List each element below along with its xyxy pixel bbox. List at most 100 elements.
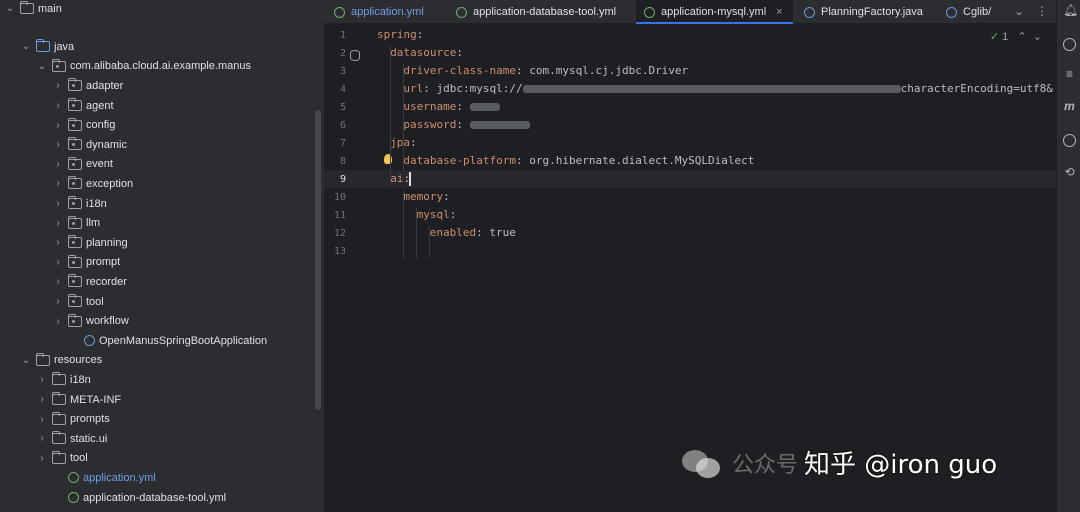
tree-item-label: prompt (86, 256, 121, 269)
code-editor[interactable]: 1 2 3 4 5 6 7 8 9 10 11 12 13 ✓ 1 ⌃ ⌄ spring: datasou… (324, 24, 1056, 512)
tree-item[interactable]: › recorder (0, 272, 324, 292)
tab-3[interactable]: PlanningFactory.java (804, 0, 923, 24)
yaml-key: url (403, 82, 424, 95)
notification-icon[interactable]: ⟲ (1063, 166, 1076, 179)
maven-icon[interactable]: m (1063, 100, 1076, 113)
yaml-key: ai (390, 172, 404, 185)
chevron-down-icon[interactable]: ⌄ (36, 61, 48, 72)
yaml-separator: : (456, 46, 464, 59)
tree-item[interactable]: › adapter (0, 76, 324, 96)
editor-tabs: application.yml application-database-tool… (324, 0, 1056, 24)
package-icon (68, 176, 82, 190)
project-tree: ⌄ main ⌄ java ⌄ com.alibaba.cloud.ai.example.… (0, 0, 324, 512)
chevron-right-icon[interactable]: › (52, 178, 64, 189)
chevron-right-icon[interactable]: › (52, 120, 64, 131)
tree-item[interactable]: ⌄ main (0, 0, 324, 19)
chevron-down-icon[interactable]: ⌄ (4, 3, 16, 14)
tab-4[interactable]: Cglib/ (946, 0, 991, 24)
more-options-icon[interactable]: ⋮ (1036, 4, 1048, 18)
tree-item[interactable]: › agent (0, 96, 324, 116)
tree-item[interactable]: ⌄ resources (0, 351, 324, 371)
tree-scrollbar[interactable] (315, 110, 321, 410)
tree-item[interactable]: › prompt (0, 253, 324, 273)
tab-0[interactable]: application.yml (334, 0, 424, 24)
chevron-right-icon[interactable]: › (52, 139, 64, 150)
chevron-right-icon[interactable]: › (36, 414, 48, 425)
line-number: 12 (333, 228, 346, 239)
line-gutter: 1 2 3 4 5 6 7 8 9 10 11 12 13 (324, 24, 372, 512)
chevron-right-icon[interactable]: › (52, 198, 64, 209)
yaml-key: username (403, 100, 457, 113)
next-highlight-icon[interactable]: ⌄ (1033, 31, 1042, 43)
tree-item-label: application-database-tool.yml (83, 491, 227, 504)
ai-assistant-icon[interactable] (1063, 38, 1076, 51)
bell-icon[interactable]: 🔔︎ (1063, 4, 1078, 17)
yaml-icon (456, 6, 467, 18)
chevron-right-icon[interactable]: › (52, 257, 64, 268)
tree-item[interactable]: application.yml (0, 468, 324, 488)
tree-item[interactable]: application-database-tool.yml (0, 488, 324, 508)
line-number: 11 (333, 210, 346, 221)
package-icon (68, 156, 82, 170)
tree-item[interactable]: OpenManusSpringBootApplication (0, 331, 324, 351)
tree-item[interactable]: › META-INF (0, 390, 324, 410)
chevron-right-icon[interactable]: › (52, 159, 64, 170)
tree-item[interactable]: › dynamic (0, 135, 324, 155)
tree-item[interactable]: › static.ui (0, 429, 324, 449)
chevron-right-icon[interactable]: › (52, 218, 64, 229)
tab-label: application-database-tool.yml (473, 6, 617, 18)
tab-list-chevron-icon[interactable]: ⌄ (1014, 4, 1024, 18)
gradle-icon[interactable] (1063, 134, 1076, 147)
inspection-widget[interactable]: ✓ 1 ⌃ ⌄ (990, 30, 1042, 43)
tree-item[interactable]: › prompts (0, 409, 324, 429)
tree-item[interactable]: ⌄ java (0, 37, 324, 57)
close-tab-icon[interactable]: × (776, 6, 782, 18)
tree-item[interactable]: › llm (0, 213, 324, 233)
tree-item[interactable]: › tool (0, 449, 324, 469)
tree-item[interactable]: › config (0, 115, 324, 135)
folder-icon (52, 450, 66, 464)
line-number: 3 (339, 66, 346, 77)
yaml-separator: : (423, 82, 437, 95)
line-number: 7 (339, 138, 346, 149)
chevron-right-icon[interactable]: › (36, 394, 48, 405)
indent-guide (403, 190, 404, 258)
chevron-down-icon[interactable]: ⌄ (20, 41, 32, 52)
database-icon[interactable]: ≡ (1063, 68, 1076, 81)
tree-item[interactable]: › workflow (0, 311, 324, 331)
previous-highlight-icon[interactable]: ⌃ (1017, 31, 1026, 43)
tree-item[interactable]: › i18n (0, 370, 324, 390)
tab-2[interactable]: application-mysql.yml × (636, 0, 793, 24)
tree-item[interactable]: › i18n (0, 194, 324, 214)
text-caret (409, 172, 411, 186)
chevron-right-icon[interactable]: › (36, 433, 48, 444)
tree-item[interactable]: › event (0, 155, 324, 175)
line-number: 10 (333, 192, 346, 203)
tree-item-label: i18n (70, 373, 91, 386)
tree-item[interactable]: ⌄ com.alibaba.cloud.ai.example.manus (0, 57, 324, 77)
chevron-right-icon[interactable]: › (52, 296, 64, 307)
chevron-right-icon[interactable]: › (52, 316, 64, 327)
chevron-right-icon[interactable]: › (36, 453, 48, 464)
folder-icon (52, 431, 66, 445)
yaml-value: org.hibernate.dialect.MySQLDialect (529, 154, 755, 167)
chevron-right-icon[interactable]: › (52, 80, 64, 91)
chevron-right-icon[interactable]: › (52, 237, 64, 248)
tree-item[interactable]: › tool (0, 292, 324, 312)
chevron-right-icon[interactable]: › (36, 374, 48, 385)
tree-item[interactable]: › planning (0, 233, 324, 253)
package-icon (68, 274, 82, 288)
tree-item[interactable]: › exception (0, 174, 324, 194)
code-line: datasource: (390, 46, 463, 59)
tab-1[interactable]: application-database-tool.yml (456, 0, 616, 24)
indent-guide (416, 208, 417, 258)
yaml-key: driver-class-name (403, 64, 516, 77)
tree-item-label: planning (86, 236, 128, 249)
code-line: ai: (390, 172, 410, 185)
tree-item-label: static.ui (70, 432, 108, 445)
chevron-down-icon[interactable]: ⌄ (20, 355, 32, 366)
package-icon (52, 58, 66, 72)
chevron-right-icon[interactable]: › (52, 100, 64, 111)
chevron-right-icon[interactable]: › (52, 276, 64, 287)
database-gutter-icon[interactable] (350, 50, 360, 61)
